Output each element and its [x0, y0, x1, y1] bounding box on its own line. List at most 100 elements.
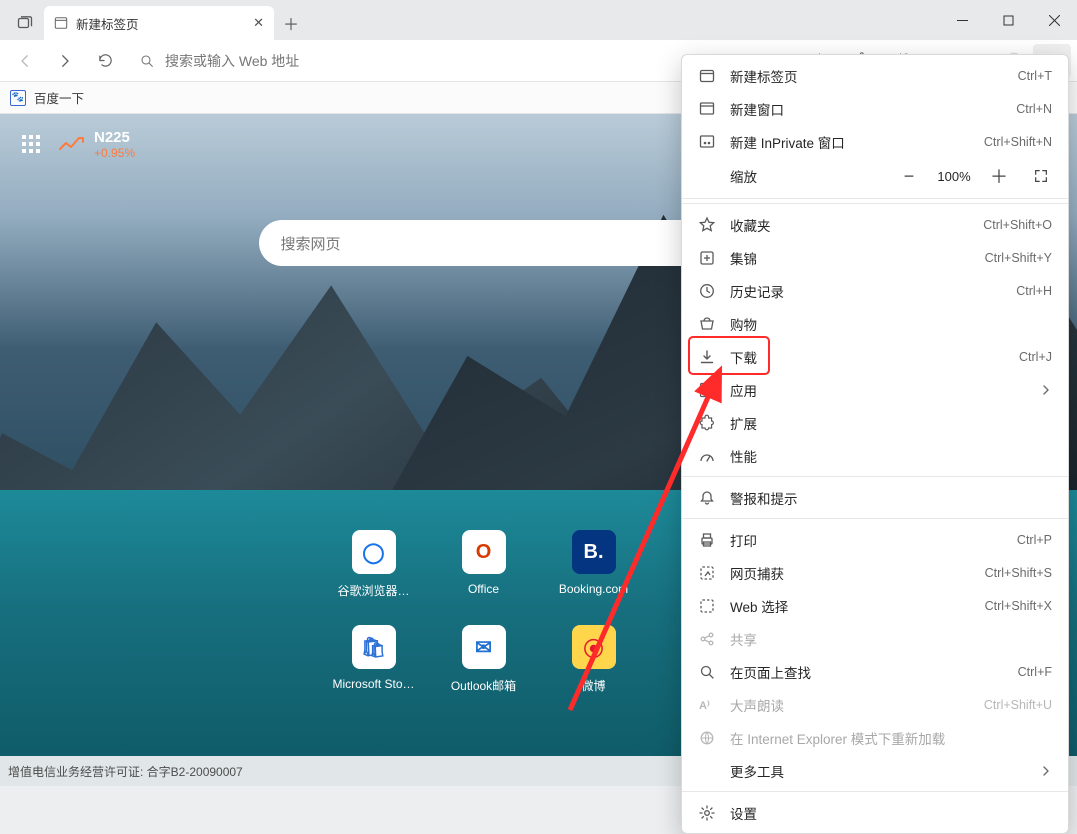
menu-item-perf[interactable]: 性能 — [682, 439, 1068, 472]
menu-item-share: 共享 — [682, 622, 1068, 655]
menu-shortcut: Ctrl+P — [1017, 533, 1052, 547]
quick-link-tile[interactable]: 🛍 Microsoft Sto… — [329, 625, 419, 694]
tile-label: Office — [468, 582, 499, 596]
menu-item-inprivate[interactable]: 新建 InPrivate 窗口 Ctrl+Shift+N — [682, 125, 1068, 158]
stock-ticker[interactable]: N225 +0.95% — [58, 129, 135, 160]
download-icon — [698, 348, 716, 366]
fullscreen-button[interactable] — [1024, 162, 1058, 190]
more-menu: 新建标签页 Ctrl+T 新建窗口Ctrl+N 新建 InPrivate 窗口 Ctrl… — [681, 54, 1069, 834]
zoom-in-button[interactable]: ＋ — [982, 162, 1016, 190]
menu-item-history[interactable]: 历史记录Ctrl+H — [682, 274, 1068, 307]
tile-label: Microsoft Sto… — [332, 677, 414, 691]
menu-shortcut: Ctrl+Shift+O — [983, 218, 1052, 232]
zoom-value: 100% — [930, 169, 978, 184]
select-icon — [698, 597, 716, 615]
menu-item-label: 设置 — [730, 803, 757, 823]
menu-item-read: A⁾大声朗读Ctrl+Shift+U — [682, 688, 1068, 721]
ticker-change: +0.95% — [94, 146, 135, 160]
menu-item-star[interactable]: 收藏夹 Ctrl+Shift+O — [682, 208, 1068, 241]
quick-link-tile[interactable]: B. Booking.com — [549, 530, 639, 599]
forward-button[interactable] — [46, 44, 84, 78]
menu-item-shopping[interactable]: 购物 — [682, 307, 1068, 340]
history-icon — [698, 282, 716, 300]
apps-icon — [698, 381, 716, 399]
menu-item-label: 收藏夹 — [730, 215, 771, 235]
menu-item-more[interactable]: 更多工具 — [682, 754, 1068, 787]
browser-tab[interactable]: 新建标签页 ✕ — [44, 6, 274, 40]
address-placeholder: 搜索或输入 Web 地址 — [165, 51, 299, 71]
ticker-symbol: N225 — [94, 129, 130, 146]
menu-item-label: 历史记录 — [730, 281, 784, 301]
page-search-placeholder: 搜索网页 — [281, 233, 341, 254]
menu-item-window[interactable]: 新建窗口Ctrl+N — [682, 92, 1068, 125]
menu-item-tab[interactable]: 新建标签页 Ctrl+T — [682, 59, 1068, 92]
menu-item-bell[interactable]: 警报和提示 — [682, 481, 1068, 514]
menu-item-download[interactable]: 下载 Ctrl+J — [682, 340, 1068, 373]
menu-item-print[interactable]: 打印Ctrl+P — [682, 523, 1068, 556]
tile-label: Booking.com — [559, 582, 628, 596]
tab-page-icon — [54, 16, 68, 30]
menu-separator — [682, 791, 1068, 792]
zoom-out-button[interactable]: − — [892, 162, 926, 190]
menu-item-label: 新建窗口 — [730, 99, 784, 119]
bell-icon — [698, 489, 716, 507]
menu-item-label: 下载 — [730, 347, 757, 367]
baidu-favicon: 🐾 — [10, 90, 26, 106]
menu-shortcut: Ctrl+Shift+U — [984, 698, 1052, 712]
menu-item-label: 警报和提示 — [730, 488, 798, 508]
tile-icon: ◯ — [352, 530, 396, 574]
menu-shortcut: Ctrl+T — [1018, 69, 1052, 83]
tile-label: 微博 — [581, 677, 605, 694]
tile-icon: ⦿ — [572, 625, 616, 669]
tile-icon: B. — [572, 530, 616, 574]
menu-item-label: 在 Internet Explorer 模式下重新加载 — [730, 728, 945, 748]
menu-shortcut: Ctrl+J — [1019, 350, 1052, 364]
chevron-right-icon — [1040, 384, 1052, 396]
quick-link-tile[interactable]: ✉ Outlook邮箱 — [439, 625, 529, 694]
quick-link-tile[interactable]: O Office — [439, 530, 529, 599]
new-tab-button[interactable]: ＋ — [274, 6, 308, 40]
perf-icon — [698, 447, 716, 465]
back-button[interactable] — [6, 44, 44, 78]
menu-item-find[interactable]: 在页面上查找Ctrl+F — [682, 655, 1068, 688]
menu-shortcut: Ctrl+Shift+N — [984, 135, 1052, 149]
tab-actions-button[interactable] — [6, 6, 44, 40]
menu-separator — [682, 476, 1068, 477]
menu-zoom-row: 缩放 − 100% ＋ — [682, 158, 1068, 194]
ie-icon — [698, 729, 716, 747]
tab-close-button[interactable]: ✕ — [253, 15, 264, 31]
menu-item-label: Web 选择 — [730, 596, 788, 616]
menu-item-label: 性能 — [730, 446, 757, 466]
chevron-right-icon — [1040, 765, 1052, 777]
collect-icon — [698, 249, 716, 267]
shopping-icon — [698, 315, 716, 333]
close-window-button[interactable] — [1031, 0, 1077, 40]
zoom-label: 缩放 — [730, 166, 757, 186]
menu-separator — [682, 518, 1068, 519]
menu-item-label: 新建标签页 — [730, 66, 798, 86]
quick-link-tile[interactable]: ◯ 谷歌浏览器… — [329, 530, 419, 599]
minimize-button[interactable] — [939, 0, 985, 40]
tab-icon — [698, 67, 716, 85]
menu-item-label: 集锦 — [730, 248, 757, 268]
menu-item-extension[interactable]: 扩展 — [682, 406, 1068, 439]
menu-item-collect[interactable]: 集锦 Ctrl+Shift+Y — [682, 241, 1068, 274]
refresh-button[interactable] — [86, 44, 124, 78]
inprivate-icon — [698, 133, 716, 151]
menu-item-select[interactable]: Web 选择Ctrl+Shift+X — [682, 589, 1068, 622]
window-icon — [698, 100, 716, 118]
menu-shortcut: Ctrl+F — [1018, 665, 1052, 679]
menu-item-apps[interactable]: 应用 — [682, 373, 1068, 406]
maximize-button[interactable] — [985, 0, 1031, 40]
quick-link-tile[interactable]: ⦿ 微博 — [549, 625, 639, 694]
menu-item-label: 新建 InPrivate 窗口 — [730, 132, 845, 152]
share-icon — [698, 630, 716, 648]
menu-item-settings[interactable]: 设置 — [682, 796, 1068, 829]
tile-icon: O — [462, 530, 506, 574]
menu-item-capture[interactable]: 网页捕获Ctrl+Shift+S — [682, 556, 1068, 589]
apps-grid-button[interactable] — [22, 135, 40, 153]
menu-shortcut: Ctrl+Shift+Y — [985, 251, 1052, 265]
menu-item-label: 网页捕获 — [730, 563, 784, 583]
favorite-link[interactable]: 百度一下 — [34, 88, 84, 107]
extension-icon — [698, 414, 716, 432]
